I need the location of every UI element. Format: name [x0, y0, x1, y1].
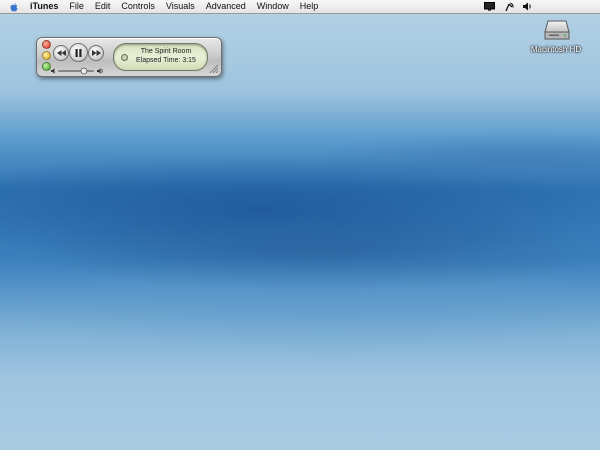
display-toggle-button[interactable] — [121, 54, 128, 61]
now-playing-display[interactable]: The Spirit Room Elapsed Time: 3:15 — [113, 43, 208, 71]
zoom-button[interactable] — [42, 62, 51, 71]
menu-window[interactable]: Window — [257, 0, 289, 13]
volume-high-icon — [97, 68, 103, 74]
rewind-icon — [56, 50, 66, 56]
macintosh-hd-icon[interactable]: Macintosh HD — [528, 18, 584, 58]
play-pause-button[interactable] — [69, 43, 88, 62]
volume-icon[interactable] — [520, 2, 534, 12]
menu-advanced[interactable]: Advanced — [206, 0, 246, 13]
menu-help[interactable]: Help — [300, 0, 319, 13]
volume-knob[interactable] — [80, 67, 88, 75]
display-icon[interactable] — [482, 2, 496, 12]
menu-itunes[interactable]: iTunes — [30, 0, 58, 13]
menu-edit[interactable]: Edit — [95, 0, 111, 13]
volume-track — [58, 70, 94, 72]
menu-visuals[interactable]: Visuals — [166, 0, 195, 13]
apple-menu-icon[interactable] — [9, 2, 19, 12]
resize-grip-icon[interactable] — [209, 64, 218, 73]
volume-slider[interactable] — [51, 63, 105, 75]
menu-bar: iTunes File Edit Controls Visuals Advanc… — [0, 0, 600, 14]
volume-low-icon — [51, 68, 55, 74]
track-title: The Spirit Room — [140, 48, 192, 55]
previous-track-button[interactable] — [53, 45, 69, 61]
close-button[interactable] — [42, 40, 51, 49]
airport-signal-icon[interactable] — [502, 2, 516, 12]
hard-drive-icon — [543, 18, 571, 42]
minimize-button[interactable] — [42, 51, 51, 60]
menu-file[interactable]: File — [69, 0, 84, 13]
pause-icon — [75, 48, 82, 57]
fast-forward-icon — [91, 50, 101, 56]
elapsed-time: Elapsed Time: 3:15 — [136, 57, 196, 64]
itunes-mini-player: The Spirit Room Elapsed Time: 3:15 — [36, 37, 222, 77]
macintosh-hd-label: Macintosh HD — [530, 45, 582, 54]
menu-controls[interactable]: Controls — [121, 0, 155, 13]
next-track-button[interactable] — [88, 45, 104, 61]
